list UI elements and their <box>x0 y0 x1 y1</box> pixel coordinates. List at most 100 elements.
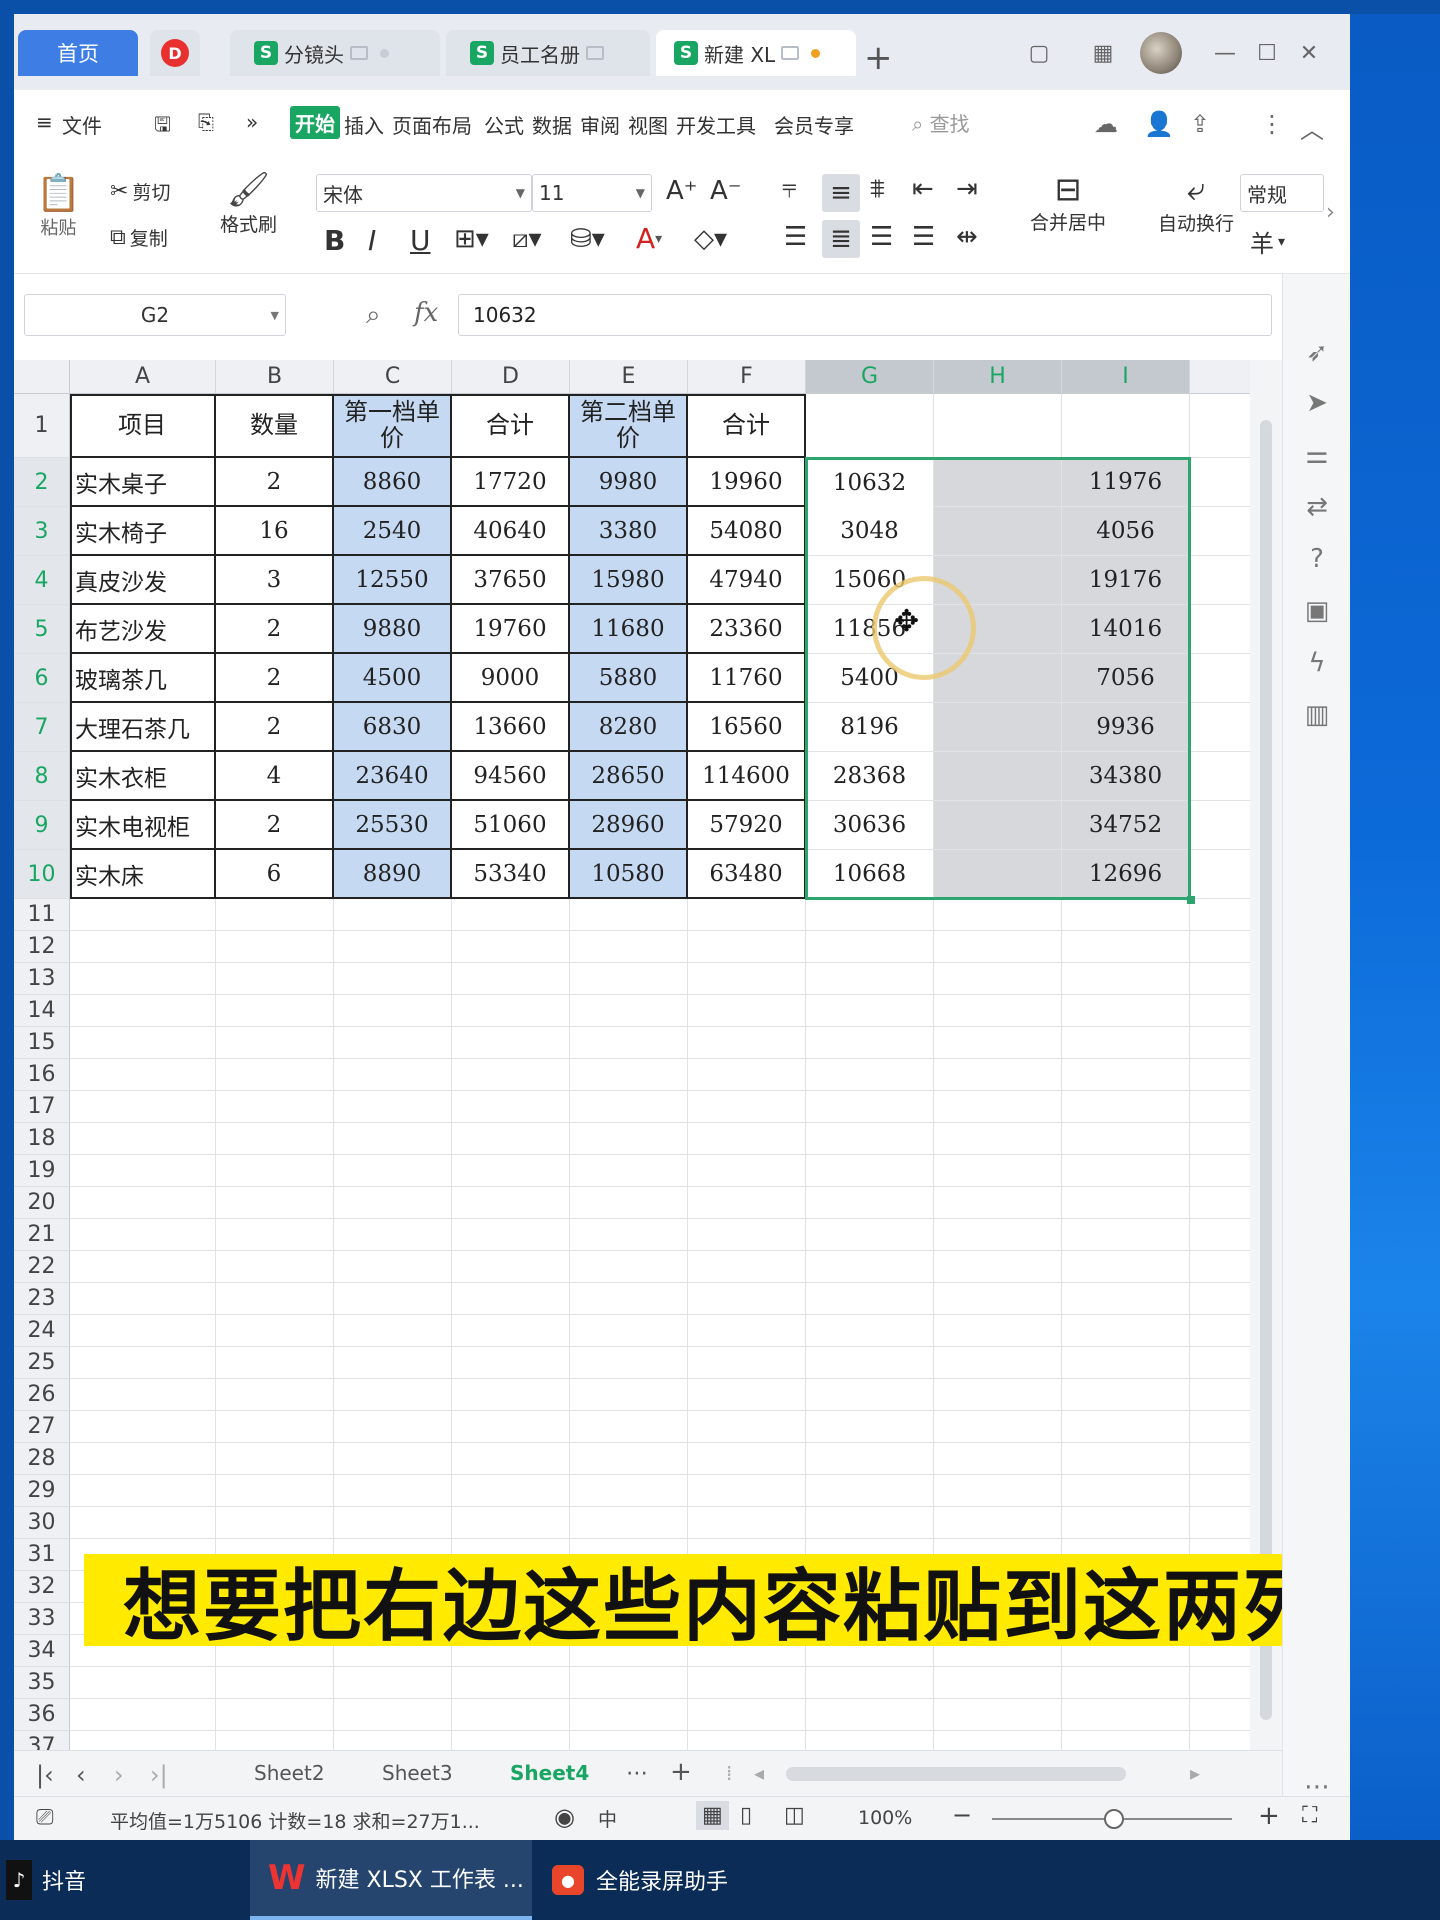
table-cell[interactable] <box>934 1123 1062 1155</box>
table-cell[interactable]: 25530 <box>334 801 452 850</box>
taskbar-wps[interactable]: W 新建 XLSX 工作表 ... <box>250 1840 532 1920</box>
table-cell[interactable] <box>452 899 570 931</box>
sheet-tab-3[interactable]: Sheet3 <box>382 1761 453 1785</box>
table-cell[interactable]: 16560 <box>688 703 806 752</box>
table-cell[interactable] <box>334 1283 452 1315</box>
table-cell[interactable] <box>70 1699 216 1731</box>
table-cell[interactable] <box>688 1507 806 1539</box>
table-cell[interactable] <box>806 1283 934 1315</box>
table-cell[interactable] <box>688 1667 806 1699</box>
row-header-25[interactable]: 25 <box>14 1347 70 1379</box>
table-cell[interactable] <box>452 1123 570 1155</box>
apps-grid-icon[interactable]: ▦ <box>1088 38 1118 68</box>
table-cell[interactable] <box>70 1507 216 1539</box>
table-cell[interactable] <box>334 1667 452 1699</box>
header-cell[interactable]: 数量 <box>216 394 334 458</box>
fullscreen-icon[interactable]: ⛶ <box>1302 1803 1317 1828</box>
table-cell[interactable]: 57920 <box>688 801 806 850</box>
horizontal-scroll-thumb[interactable] <box>786 1767 1126 1781</box>
eraser-icon[interactable]: ◇▾ <box>694 224 727 254</box>
row-header-31[interactable]: 31 <box>14 1539 70 1571</box>
table-cell[interactable] <box>934 931 1062 963</box>
table-cell[interactable] <box>216 1059 334 1091</box>
table-cell[interactable] <box>216 1475 334 1507</box>
table-cell[interactable] <box>334 1443 452 1475</box>
table-cell[interactable]: 23360 <box>688 605 806 654</box>
table-cell[interactable] <box>934 1059 1062 1091</box>
save-icon[interactable]: 🖫 <box>154 110 171 144</box>
row-header-19[interactable]: 19 <box>14 1155 70 1187</box>
table-cell[interactable]: 2 <box>216 703 334 752</box>
table-cell[interactable] <box>452 1347 570 1379</box>
table-cell[interactable] <box>70 995 216 1027</box>
table-cell[interactable] <box>1062 1219 1190 1251</box>
table-cell[interactable] <box>70 931 216 963</box>
table-cell[interactable] <box>934 850 1062 899</box>
row-header-32[interactable]: 32 <box>14 1571 70 1603</box>
table-cell[interactable]: 54080 <box>688 507 806 556</box>
table-cell[interactable] <box>1062 1475 1190 1507</box>
table-cell[interactable] <box>452 1027 570 1059</box>
table-cell[interactable] <box>70 1347 216 1379</box>
table-cell[interactable] <box>70 1251 216 1283</box>
header-cell[interactable] <box>806 394 934 458</box>
zoom-slider-knob[interactable] <box>1104 1809 1124 1829</box>
table-cell[interactable] <box>70 1283 216 1315</box>
book-icon[interactable]: ▥ <box>1300 698 1334 732</box>
table-cell[interactable]: 3 <box>216 556 334 605</box>
increase-indent-icon[interactable]: ⇥ <box>956 174 978 204</box>
row-header-29[interactable]: 29 <box>14 1475 70 1507</box>
table-cell[interactable]: 9880 <box>334 605 452 654</box>
table-cell[interactable] <box>70 1315 216 1347</box>
table-cell[interactable] <box>806 1315 934 1347</box>
table-cell[interactable] <box>570 1667 688 1699</box>
table-cell[interactable] <box>570 1251 688 1283</box>
table-cell[interactable] <box>334 1219 452 1251</box>
align-top-icon[interactable]: ⫧ <box>782 174 797 205</box>
header-cell[interactable]: 第二档单价 <box>570 394 688 458</box>
row-header-20[interactable]: 20 <box>14 1187 70 1219</box>
table-cell[interactable]: 11976 <box>1062 458 1190 507</box>
table-cell[interactable] <box>334 1347 452 1379</box>
table-cell[interactable] <box>806 1059 934 1091</box>
table-cell[interactable] <box>70 1219 216 1251</box>
table-cell[interactable]: 实木电视柜 <box>70 801 216 850</box>
italic-button[interactable]: I <box>368 224 376 257</box>
row-header-11[interactable]: 11 <box>14 899 70 931</box>
table-cell[interactable]: 28960 <box>570 801 688 850</box>
table-cell[interactable]: 2 <box>216 458 334 507</box>
underline-button[interactable]: U <box>410 224 431 257</box>
taskbar-douyin[interactable]: ♪ 抖音 <box>0 1840 240 1920</box>
table-cell[interactable] <box>452 1091 570 1123</box>
table-cell[interactable]: 9936 <box>1062 703 1190 752</box>
table-cell[interactable]: 大理石茶几 <box>70 703 216 752</box>
table-cell[interactable] <box>934 1699 1062 1731</box>
table-cell[interactable]: 11760 <box>688 654 806 703</box>
table-cell[interactable] <box>806 963 934 995</box>
table-cell[interactable] <box>334 1123 452 1155</box>
share-icon[interactable]: ⇪ <box>1190 110 1210 138</box>
table-cell[interactable] <box>334 1187 452 1219</box>
align-middle-icon[interactable]: ≡ <box>822 174 860 212</box>
table-cell[interactable] <box>934 1667 1062 1699</box>
row-header-16[interactable]: 16 <box>14 1059 70 1091</box>
table-cell[interactable] <box>216 1251 334 1283</box>
table-cell[interactable] <box>452 1155 570 1187</box>
table-cell[interactable] <box>334 931 452 963</box>
tab-docer[interactable]: D <box>150 30 200 76</box>
table-cell[interactable]: 10580 <box>570 850 688 899</box>
table-cell[interactable]: 实木桌子 <box>70 458 216 507</box>
table-cell[interactable] <box>334 995 452 1027</box>
table-cell[interactable] <box>334 1411 452 1443</box>
table-cell[interactable] <box>570 963 688 995</box>
layout-icon[interactable]: ▢ <box>1024 38 1054 68</box>
table-cell[interactable] <box>934 1347 1062 1379</box>
table-cell[interactable] <box>570 1283 688 1315</box>
menu-view[interactable]: 视图 <box>628 110 668 139</box>
table-cell[interactable] <box>688 963 806 995</box>
font-color-icon[interactable]: A ▾ <box>636 222 662 255</box>
taskbar-recorder[interactable]: ● 全能录屏助手 <box>552 1840 812 1920</box>
table-cell[interactable] <box>1062 1443 1190 1475</box>
table-cell[interactable] <box>570 1091 688 1123</box>
table-cell[interactable]: 114600 <box>688 752 806 801</box>
